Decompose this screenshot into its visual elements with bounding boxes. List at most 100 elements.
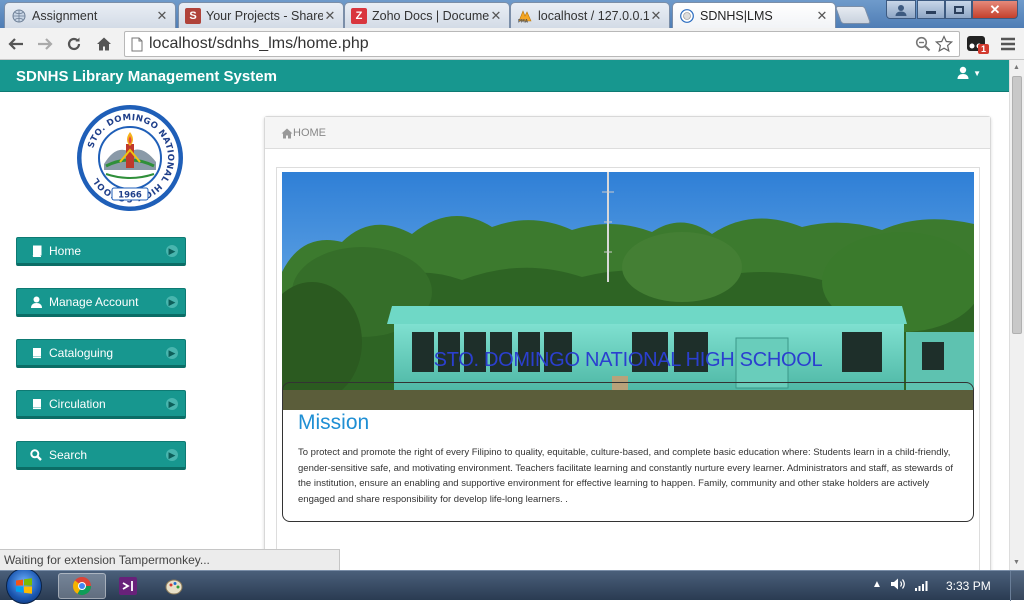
app-brand[interactable]: SDNHS Library Management System (16, 68, 277, 85)
windows-logo-icon (16, 578, 32, 594)
home-icon (281, 128, 293, 138)
reload-button[interactable] (62, 32, 86, 56)
forward-button[interactable] (33, 32, 57, 56)
chrome-icon (73, 577, 91, 596)
back-button[interactable] (4, 32, 28, 56)
address-bar[interactable]: localhost/sdnhs_lms/home.php (124, 31, 960, 57)
tab-sdnhs-lms[interactable]: SDNHS|LMS ✕ (672, 2, 836, 29)
arrow-left-icon (8, 38, 23, 50)
tab-title: Zoho Docs | Docume (372, 8, 489, 23)
new-tab-button[interactable] (834, 6, 872, 24)
user-menu-dropdown[interactable]: ▼ (957, 66, 981, 82)
sidebar-item-cataloguing[interactable]: Cataloguing ▶ (16, 339, 186, 368)
network-signal-icon[interactable] (914, 578, 930, 596)
arrow-right-icon (38, 38, 53, 50)
browser-toolbar: localhost/sdnhs_lms/home.php 1 (0, 28, 1024, 60)
app-navbar: SDNHS Library Management System ▼ (0, 60, 1009, 92)
zoom-icon (915, 36, 931, 52)
chevron-right-icon: ▶ (166, 245, 178, 257)
close-icon[interactable]: ✕ (815, 8, 829, 24)
sidebar-item-manage-account[interactable]: Manage Account ▶ (16, 288, 186, 317)
minimize-button[interactable] (917, 0, 945, 19)
minimize-icon (926, 11, 936, 14)
window-close-button[interactable]: ✕ (972, 0, 1018, 19)
close-icon[interactable]: ✕ (489, 8, 503, 24)
page-scrollbar[interactable]: ▲ ▼ (1009, 60, 1024, 570)
chevron-right-icon: ▶ (166, 347, 178, 359)
taskbar-chrome[interactable] (58, 573, 106, 599)
tab-title: Your Projects - Share (206, 8, 323, 23)
mission-title: Mission (298, 411, 370, 434)
tab-your-projects[interactable]: S Your Projects - Share ✕ (178, 2, 344, 28)
home-button[interactable] (92, 32, 116, 56)
sidebar-item-search[interactable]: Search ▶ (16, 441, 186, 470)
star-icon (935, 35, 953, 53)
search-icon (29, 448, 43, 461)
mission-card: Mission To protect and promote the right… (282, 382, 974, 522)
caret-down-icon: ▼ (973, 69, 981, 78)
user-icon (29, 296, 43, 308)
chrome-menu-button[interactable] (996, 32, 1020, 56)
tray-overflow-icon[interactable]: ▲ (872, 579, 882, 590)
globe-icon (11, 8, 27, 24)
paint-palette-icon (165, 579, 183, 595)
tab-phpmyadmin[interactable]: PMA localhost / 127.0.0.1 ✕ (510, 2, 670, 28)
user-icon (957, 66, 969, 79)
close-icon[interactable]: ✕ (649, 8, 663, 24)
zoho-z-icon: Z (351, 7, 367, 24)
chevron-right-icon: ▶ (166, 296, 178, 308)
school-building-photo (282, 172, 974, 410)
home-icon (97, 37, 111, 51)
panel-header: HOME (265, 117, 990, 149)
taskbar-visual-studio[interactable] (104, 573, 152, 599)
maximize-button[interactable] (945, 0, 972, 19)
volume-icon[interactable] (890, 577, 906, 596)
school-name-heading: STO. DOMINGO NATIONAL HIGH SCHOOL (433, 349, 823, 371)
school-seal-icon (679, 8, 695, 24)
sidebar-item-home[interactable]: Home ▶ (16, 237, 186, 266)
extension-button[interactable]: 1 (966, 33, 990, 55)
browser-status-bubble: Waiting for extension Tampermonkey... (0, 549, 340, 570)
school-logo: STO. DOMINGO NATIONAL HIGH SCHOOL 1966 (76, 104, 184, 212)
phpmyadmin-icon: PMA (517, 8, 533, 24)
book-icon (29, 245, 43, 257)
hamburger-menu-icon (1001, 37, 1015, 51)
scroll-down-arrow-icon[interactable]: ▼ (1013, 559, 1020, 566)
sidebar-item-circulation[interactable]: Circulation ▶ (16, 390, 186, 419)
mission-text: To protect and promote the right of ever… (298, 447, 953, 505)
tab-title: localhost / 127.0.0.1 (538, 8, 649, 23)
sidebar-item-label: Circulation (49, 396, 106, 411)
windows-taskbar: ▲ 3:33 PM (0, 568, 1024, 604)
scroll-up-arrow-icon[interactable]: ▲ (1013, 64, 1020, 71)
tab-title: Assignment (32, 8, 98, 23)
profile-button[interactable] (886, 0, 916, 19)
breadcrumb[interactable]: HOME (281, 127, 326, 139)
taskbar-clock[interactable]: 3:33 PM (946, 579, 991, 593)
extension-badge: 1 (978, 44, 990, 54)
sidebar-item-label: Home (49, 243, 82, 258)
book-icon (29, 347, 43, 359)
browser-tab-strip: Assignment ✕ S Your Projects - Share ✕ Z… (0, 0, 1024, 29)
chevron-right-icon: ▶ (166, 449, 178, 461)
taskbar-paint-app[interactable] (150, 573, 198, 599)
chevron-right-icon: ▶ (166, 398, 178, 410)
close-icon: ✕ (989, 1, 1001, 17)
page-icon (131, 37, 143, 52)
sidebar-item-label: Cataloguing (49, 345, 114, 360)
close-icon[interactable]: ✕ (155, 8, 169, 24)
start-button[interactable] (6, 568, 42, 604)
tab-zoho-docs[interactable]: Z Zoho Docs | Docume ✕ (344, 2, 510, 28)
logo-year: 1966 (118, 191, 142, 201)
visual-studio-icon (119, 577, 137, 595)
svg-text:PMA: PMA (518, 18, 529, 23)
tab-assignment[interactable]: Assignment ✕ (4, 2, 176, 28)
sidebar-item-label: Manage Account (49, 294, 139, 309)
close-icon[interactable]: ✕ (323, 8, 337, 24)
tab-title: SDNHS|LMS (700, 9, 773, 23)
s-logo-icon: S (185, 7, 201, 24)
scrollbar-thumb[interactable] (1012, 76, 1022, 334)
reload-icon (67, 37, 81, 51)
sidebar-item-label: Search (49, 447, 88, 462)
book-icon (29, 398, 43, 410)
show-desktop-button[interactable] (1010, 571, 1024, 601)
